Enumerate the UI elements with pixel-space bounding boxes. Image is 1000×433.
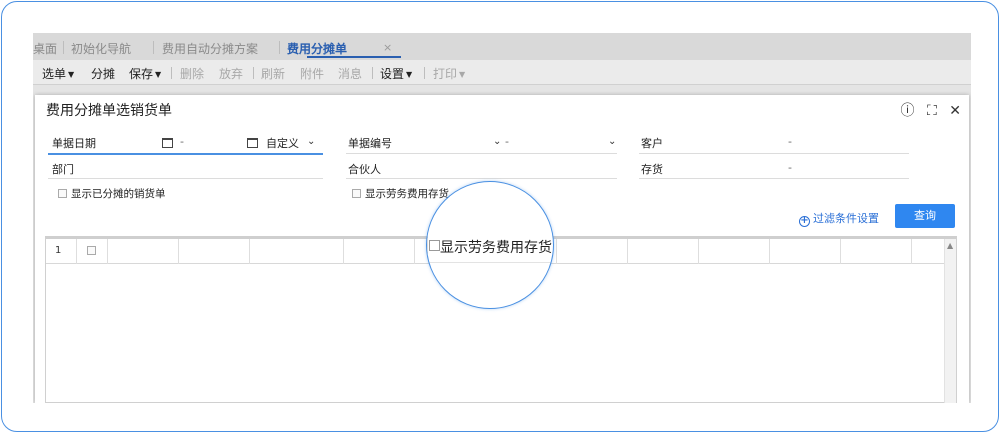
magnified-grid-line: [427, 182, 428, 308]
dialog-title: 费用分摊单选销货单: [46, 103, 172, 119]
table-cell: [179, 239, 250, 264]
table-cell: [108, 239, 179, 264]
tab-expense-allocation[interactable]: 费用分摊单: [287, 40, 347, 57]
print-menu-label: 打印: [433, 67, 458, 81]
dialog-controls: ⓘ ⛶ ✕: [893, 100, 961, 120]
active-tab-indicator: [307, 56, 401, 58]
toolbar-divider: [424, 67, 425, 79]
show-allocated-label: 显示已分摊的销货单: [71, 188, 166, 200]
allocate-button[interactable]: 分摊: [91, 65, 115, 82]
row-number: 1: [55, 245, 62, 256]
tab-close-icon[interactable]: ×: [383, 41, 392, 54]
chevron-down-icon[interactable]: ⌄: [493, 136, 501, 147]
settings-menu-button[interactable]: 设置 ▼: [380, 65, 412, 82]
chevron-down-icon[interactable]: ⌄: [307, 136, 315, 147]
customer-field[interactable]: [639, 153, 909, 154]
toolbar: 选单 ▼ 分摊 保存 ▼ 删除 放弃 刷新 附件 消息 设置 ▼ 打印 ▼: [33, 60, 971, 85]
table-cell: [557, 239, 628, 264]
zoom-callout: 显示劳务费用存货: [426, 181, 554, 309]
tab-init-nav[interactable]: 初始化导航: [71, 40, 131, 57]
delete-button[interactable]: 删除: [180, 65, 204, 82]
partner-field[interactable]: [346, 178, 617, 179]
table-cell: [344, 239, 415, 264]
toolbar-divider: [253, 67, 254, 79]
magnified-checkbox: [429, 240, 440, 251]
inventory-field[interactable]: [639, 178, 909, 179]
calendar-icon[interactable]: [247, 138, 258, 148]
magnified-label: 显示劳务费用存货: [440, 240, 552, 256]
select-menu-button[interactable]: 选单 ▼: [42, 65, 74, 82]
doc-no-field[interactable]: [346, 153, 617, 154]
date-separator: -: [180, 135, 184, 148]
refresh-button[interactable]: 刷新: [261, 65, 285, 82]
inventory-separator: -: [788, 161, 792, 174]
doc-no-label: 单据编号: [348, 137, 392, 150]
row-number-cell: 1: [46, 239, 77, 264]
screenshot-frame: 桌面 初始化导航 费用自动分摊方案 费用分摊单 × 选单 ▼ 分摊 保存 ▼ 删除 …: [1, 1, 999, 432]
close-icon[interactable]: ✕: [949, 103, 961, 119]
inventory-label: 存货: [641, 163, 663, 176]
settings-menu-label: 设置: [380, 67, 405, 81]
table-cell: [628, 239, 699, 264]
customer-separator: -: [788, 135, 792, 148]
print-menu-button[interactable]: 打印 ▼: [433, 65, 465, 82]
table-cell: [770, 239, 841, 264]
dept-label: 部门: [52, 163, 74, 176]
table-cell: [250, 239, 344, 264]
tab-divider: [279, 41, 280, 54]
tab-auto-allocation-plan[interactable]: 费用自动分摊方案: [162, 40, 258, 57]
filter-settings-link[interactable]: + 过滤条件设置: [799, 210, 879, 227]
tab-divider: [63, 41, 64, 54]
select-menu-label: 选单: [42, 67, 67, 81]
doc-date-field[interactable]: [48, 153, 323, 155]
show-labor-checkbox[interactable]: [352, 189, 361, 198]
filter-settings-label: 过滤条件设置: [813, 212, 879, 225]
customer-label: 客户: [641, 137, 663, 150]
tab-divider: [153, 41, 154, 54]
calendar-icon[interactable]: [162, 138, 173, 148]
tab-desktop[interactable]: 桌面: [33, 40, 57, 57]
message-button[interactable]: 消息: [338, 65, 362, 82]
maximize-icon[interactable]: ⛶: [927, 103, 937, 119]
magnified-grid-line: [427, 262, 553, 263]
chevron-down-icon: ▼: [68, 70, 75, 79]
row-select-cell: [77, 239, 108, 264]
show-allocated-checkbox[interactable]: [58, 189, 67, 198]
doc-no-separator: -: [505, 135, 509, 148]
chevron-down-icon: ▼: [406, 70, 413, 79]
vertical-scrollbar[interactable]: ▲: [944, 239, 956, 403]
chevron-down-icon[interactable]: ⌄: [608, 136, 616, 147]
attachment-button[interactable]: 附件: [300, 65, 324, 82]
toolbar-divider: [372, 67, 373, 79]
table-cell: [699, 239, 770, 264]
show-labor-label: 显示劳务费用存货: [365, 188, 449, 200]
toolbar-divider: [171, 67, 172, 79]
save-menu-button[interactable]: 保存 ▼: [129, 65, 161, 82]
discard-button[interactable]: 放弃: [219, 65, 243, 82]
dept-field[interactable]: [48, 178, 323, 179]
chevron-down-icon: ▼: [155, 70, 162, 79]
date-mode-select[interactable]: 自定义: [266, 135, 299, 151]
partner-label: 合伙人: [348, 163, 381, 176]
save-menu-label: 保存: [129, 67, 154, 81]
chevron-down-icon: ▼: [459, 70, 466, 79]
help-icon[interactable]: ⓘ: [901, 103, 915, 119]
query-button[interactable]: 查询: [895, 204, 955, 228]
scroll-up-icon[interactable]: ▲: [947, 241, 953, 250]
table-cell: [841, 239, 912, 264]
plus-circle-icon: +: [799, 215, 810, 227]
tab-bar: 桌面 初始化导航 费用自动分摊方案 费用分摊单 ×: [33, 33, 971, 60]
doc-date-label: 单据日期: [52, 137, 96, 150]
row-checkbox[interactable]: [87, 246, 96, 255]
